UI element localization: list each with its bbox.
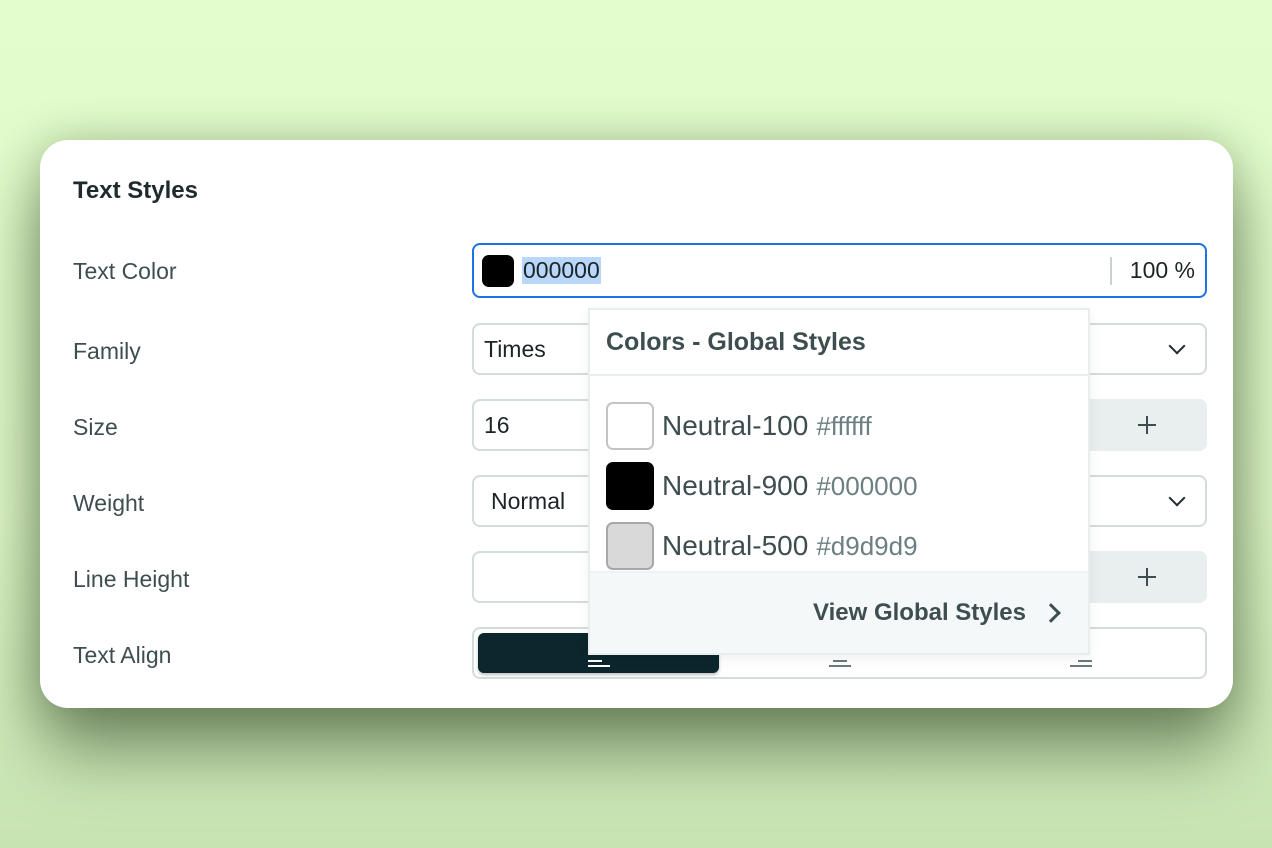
size-label: Size bbox=[73, 414, 118, 440]
color-hex: #ffffff bbox=[816, 410, 872, 441]
weight-label: Weight bbox=[73, 490, 145, 516]
chevron-right-icon[interactable] bbox=[1041, 603, 1061, 623]
color-option-neutral-900[interactable]: Neutral-900 #000000 bbox=[590, 456, 1088, 516]
color-hex: #000000 bbox=[816, 470, 918, 501]
align-left-icon bbox=[587, 660, 610, 667]
opacity-unit: % bbox=[1174, 257, 1195, 283]
line-height-increment-button[interactable] bbox=[1087, 551, 1207, 603]
color-swatch bbox=[606, 522, 654, 570]
color-hex: #d9d9d9 bbox=[816, 530, 918, 561]
hex-value[interactable]: 000000 bbox=[522, 257, 601, 284]
weight-value: Normal bbox=[491, 487, 566, 514]
color-name: Neutral-500 bbox=[662, 530, 809, 561]
align-right-icon bbox=[1069, 660, 1092, 667]
panel-title: Text Styles bbox=[73, 177, 198, 204]
global-colors-dropdown: Colors - Global Styles Neutral-100 #ffff… bbox=[588, 308, 1090, 655]
opacity-input[interactable]: 100 % bbox=[1130, 257, 1195, 284]
color-swatch bbox=[606, 462, 654, 510]
chevron-down-icon bbox=[1168, 489, 1186, 507]
view-global-styles-link[interactable]: View Global Styles bbox=[813, 599, 1026, 627]
text-color-label: Text Color bbox=[73, 258, 177, 284]
family-value: Times bbox=[484, 335, 546, 362]
text-align-label: Text Align bbox=[73, 642, 172, 668]
color-swatch[interactable] bbox=[482, 254, 514, 287]
dropdown-footer: View Global Styles bbox=[590, 571, 1088, 653]
opacity-value[interactable]: 100 bbox=[1130, 257, 1168, 283]
dropdown-title: Colors - Global Styles bbox=[590, 310, 1088, 376]
plus-icon bbox=[1138, 416, 1156, 434]
color-option-neutral-100[interactable]: Neutral-100 #ffffff bbox=[590, 396, 1088, 456]
color-name: Neutral-100 bbox=[662, 410, 809, 441]
text-styles-panel: Text Styles Text Color 000000 100 % Fami… bbox=[40, 140, 1233, 708]
color-name: Neutral-900 bbox=[662, 470, 809, 501]
chevron-down-icon bbox=[1168, 337, 1186, 355]
color-swatch bbox=[606, 402, 654, 450]
divider bbox=[1109, 256, 1112, 285]
color-list: Neutral-100 #ffffff Neutral-900 #000000 … bbox=[590, 376, 1088, 576]
color-option-neutral-500[interactable]: Neutral-500 #d9d9d9 bbox=[590, 516, 1088, 576]
family-label: Family bbox=[73, 338, 141, 364]
plus-icon bbox=[1138, 568, 1156, 586]
size-increment-button[interactable] bbox=[1087, 399, 1207, 451]
line-height-label: Line Height bbox=[73, 566, 190, 592]
text-color-input[interactable]: 000000 100 % bbox=[472, 243, 1207, 298]
size-value[interactable]: 16 bbox=[484, 412, 510, 439]
align-center-icon bbox=[828, 660, 851, 667]
